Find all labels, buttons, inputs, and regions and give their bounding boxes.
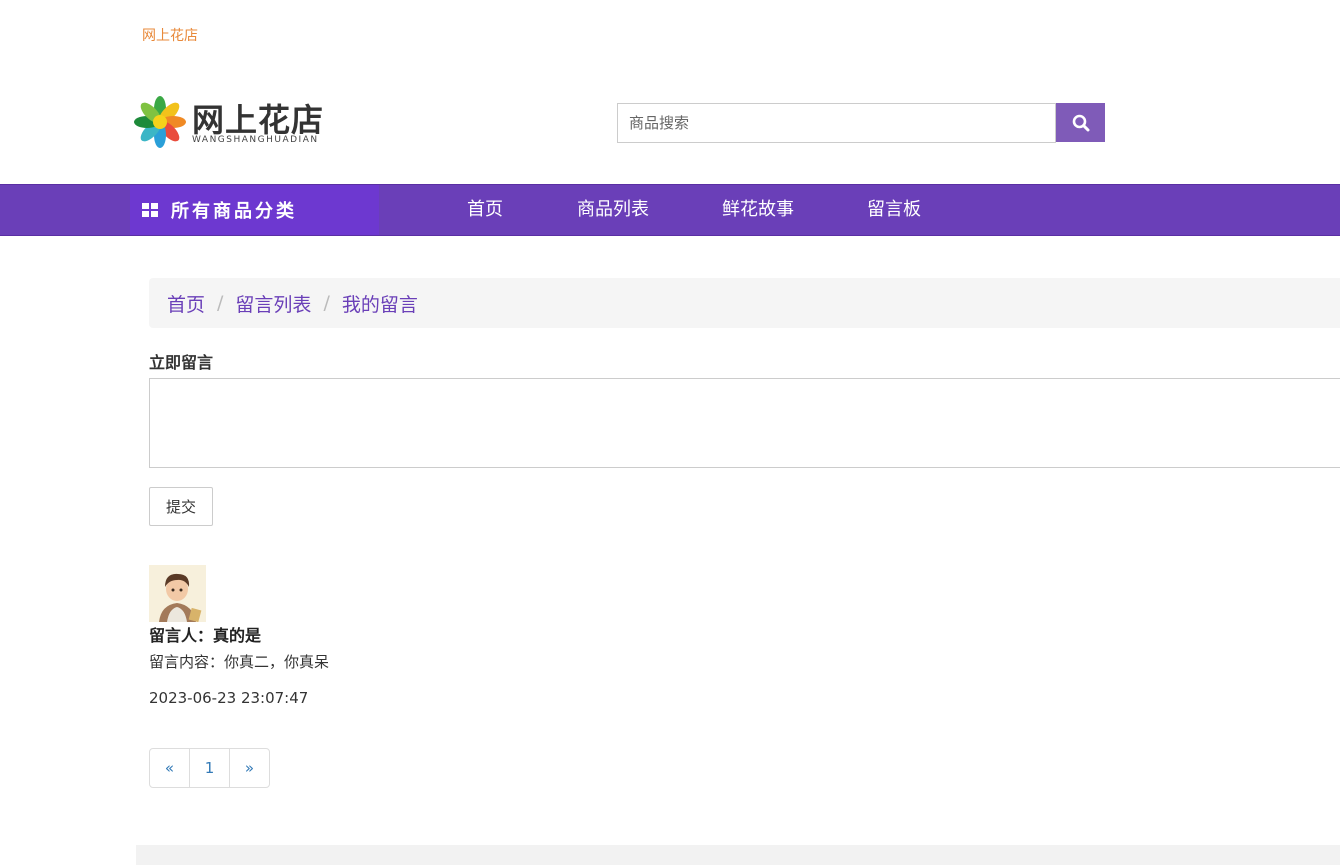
breadcrumb-separator: /: [323, 292, 330, 314]
logo-subtitle: WANGSHANGHUADIAN: [192, 135, 319, 145]
search-input[interactable]: [617, 103, 1056, 143]
all-categories-label: 所有商品分类: [171, 201, 297, 222]
pagination-page-1[interactable]: 1: [190, 749, 230, 787]
message-author: 留言人：真的是: [149, 626, 262, 645]
pagination-prev[interactable]: «: [150, 749, 190, 787]
pagination-next[interactable]: »: [230, 749, 269, 787]
nav-message-board[interactable]: 留言板: [867, 185, 921, 235]
pagination: « 1 »: [149, 748, 270, 788]
breadcrumb-separator: /: [217, 292, 224, 314]
breadcrumb-home[interactable]: 首页: [167, 290, 205, 317]
user-avatar-icon: [149, 565, 206, 622]
nav-home[interactable]: 首页: [467, 185, 503, 235]
flower-logo-icon: [134, 96, 186, 148]
breadcrumb-message-list[interactable]: 留言列表: [235, 290, 311, 317]
main-navbar: 所有商品分类 首页 商品列表 鲜花故事 留言板: [0, 184, 1340, 236]
search-icon: [1072, 114, 1089, 131]
grid-icon: [142, 202, 158, 217]
top-shop-link[interactable]: 网上花店: [142, 25, 198, 45]
message-form-label: 立即留言: [149, 353, 214, 372]
footer: [136, 845, 1340, 865]
message-content: 留言内容：你真二，你真呆: [149, 653, 330, 671]
all-categories-button[interactable]: 所有商品分类: [130, 185, 379, 235]
search-button[interactable]: [1056, 103, 1105, 142]
nav-flower-stories[interactable]: 鲜花故事: [722, 185, 794, 235]
submit-button[interactable]: 提交: [149, 487, 213, 526]
message-timestamp: 2023-06-23 23:07:47: [149, 689, 309, 707]
site-logo[interactable]: 网上花店 WANGSHANGHUADIAN: [134, 95, 334, 150]
breadcrumb: 首页 / 留言列表 / 我的留言: [149, 278, 1340, 328]
message-textarea[interactable]: [149, 378, 1340, 468]
avatar: [149, 565, 206, 622]
breadcrumb-my-messages[interactable]: 我的留言: [342, 290, 418, 317]
nav-product-list[interactable]: 商品列表: [577, 185, 649, 235]
